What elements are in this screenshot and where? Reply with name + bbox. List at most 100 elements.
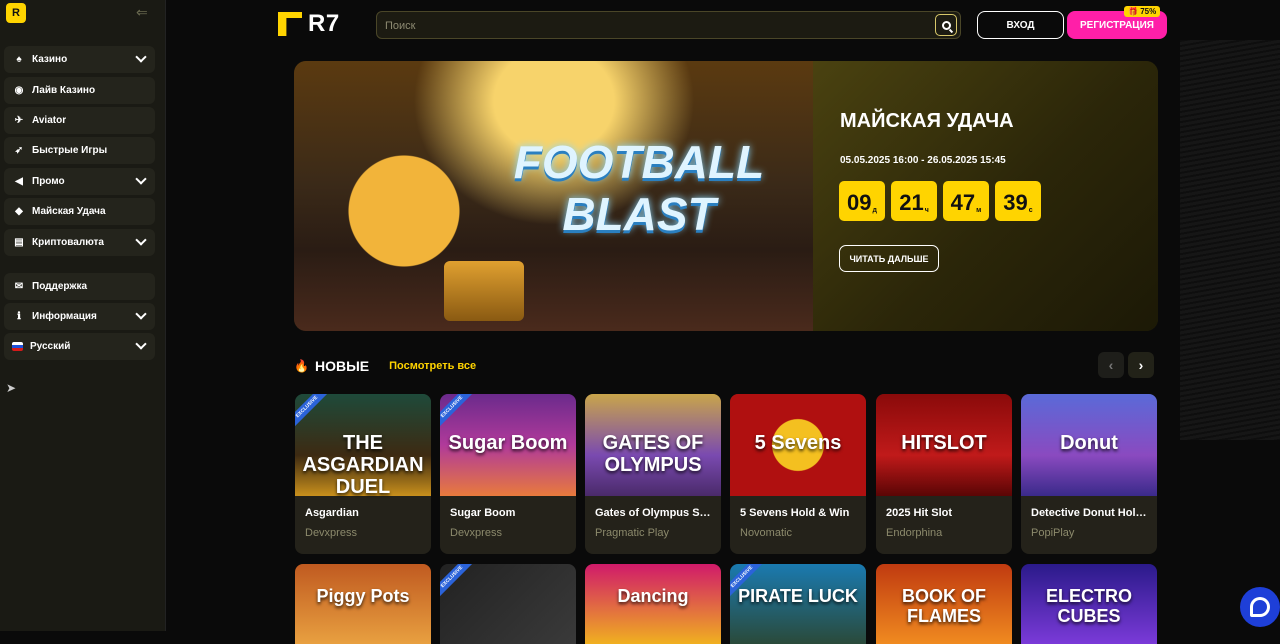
countdown-timer: 09 д 21 ч 47 м 39 с [839,181,1041,221]
sidebar-item[interactable]: ◉ Лайв Казино [4,77,155,104]
r7-mark-icon [278,12,302,36]
new-games-header: 🔥 НОВЫЕ Посмотреть все [294,356,476,376]
game-card[interactable]: Dancing [585,564,721,644]
promo-banner[interactable]: FOOTBALL BLAST МАЙСКАЯ УДАЧА 05.05.2025 … [294,61,1158,331]
crypto-icon: ▤ [14,237,24,248]
artwork-title-line1: FOOTBALL [513,136,765,188]
game-art-title: Donut [1060,432,1118,454]
plane-icon: ✈ [14,115,24,126]
game-card[interactable]: Sugar Boom EXCLUSIVE Sugar Boom Devxpress [440,394,576,554]
search-icon [941,20,951,30]
chevron-right-icon: › [1138,357,1144,373]
r7-logo-icon[interactable]: R [6,3,26,23]
search-input[interactable] [385,17,925,35]
banner-info: МАЙСКАЯ УДАЧА 05.05.2025 16:00 - 26.05.2… [813,61,1158,331]
carousel-prev-button[interactable]: ‹ [1098,352,1124,378]
timer-value: 21 [899,190,924,215]
sidebar-item-label: Криптовалюта [32,237,104,248]
game-art-title: BOOK OF FLAMES [902,586,986,626]
brand-text: R7 [308,10,340,37]
section-title: НОВЫЕ [314,358,370,374]
promo-dates: 05.05.2025 16:00 - 26.05.2025 15:45 [840,155,1006,166]
chevron-down-icon [135,173,147,185]
sidebar-item-label: Aviator [32,115,67,126]
game-card[interactable]: EXCLUSIVE [440,564,576,644]
see-all-link[interactable]: Посмотреть все [389,360,476,372]
sidebar-item[interactable]: ♠ Казино [4,46,155,73]
game-name: Detective Donut Hold & Win [1031,507,1149,519]
sidebar-item[interactable]: ➶ Быстрые Игры [4,137,155,164]
game-name: 5 Sevens Hold & Win [740,507,850,519]
game-art-title: 5 Sevens [754,432,842,454]
game-card[interactable]: HITSLOT 2025 Hit Slot Endorphina [876,394,1012,554]
game-art-title: THE ASGARDIAN DUEL [302,432,424,498]
game-provider: Devxpress [305,527,357,539]
game-provider: Devxpress [450,527,502,539]
game-thumbnail: HITSLOT [876,394,1012,496]
carousel-next-button[interactable]: › [1128,352,1154,378]
game-card[interactable]: Piggy Pots [295,564,431,644]
sidebar-item-label: Лайв Казино [32,85,96,96]
sidebar-item-label: Быстрые Игры [32,145,108,156]
game-card[interactable]: PIRATE LUCK EXCLUSIVE [730,564,866,644]
chevron-down-icon [135,234,147,246]
timer-unit: м [976,207,982,214]
chat-icon [1250,597,1270,617]
rocket-icon: ➶ [14,145,24,156]
game-art-title: Piggy Pots [316,586,410,606]
megaphone-icon: ◀ [15,176,23,187]
sidebar-item[interactable]: ◆ Майская Удача [4,198,155,225]
background-decoration [1180,40,1280,440]
timer-segment: 47 м [943,181,989,221]
game-card[interactable]: THE ASGARDIAN DUEL EXCLUSIVE Asgardian Devx… [295,394,431,554]
game-thumbnail: Sugar Boom EXCLUSIVE [440,394,576,496]
search-button[interactable] [935,14,957,36]
register-bonus-badge: 🎁 75% [1124,6,1161,17]
game-card[interactable]: BOOK OF FLAMES [876,564,1012,644]
game-art-title: Dancing [617,586,689,606]
exclusive-ribbon: EXCLUSIVE [440,394,474,429]
game-name: 2025 Hit Slot [886,507,953,519]
sidebar-item[interactable]: ✈ Aviator [4,107,155,134]
sidebar-item[interactable]: ▤ Криптовалюта [4,229,155,256]
exclusive-ribbon: EXCLUSIVE [295,394,329,429]
brand-logo[interactable]: R7 [278,10,340,38]
timer-unit: ч [924,207,929,214]
russia-flag-icon [12,342,23,351]
chat-support-button[interactable] [1240,587,1280,627]
info-icon: ℹ [17,311,21,322]
exclusive-ribbon: EXCLUSIVE [440,564,474,599]
game-provider: Novomatic [740,527,792,539]
sidebar-item[interactable]: ✉ Поддержка [4,273,155,300]
timer-value: 47 [950,190,976,215]
register-badge-value: 75% [1140,7,1157,16]
sidebar-item[interactable]: ◀ Промо [4,168,155,195]
read-more-button[interactable]: ЧИТАТЬ ДАЛЬШЕ [839,245,939,272]
live-casino-icon: ◉ [14,85,24,96]
language-selector[interactable]: Русский [4,333,155,360]
game-art-title: PIRATE LUCK [738,586,858,606]
collapse-sidebar-icon[interactable]: ⇐ [136,5,156,19]
chevron-down-icon [135,51,147,63]
game-provider: Endorphina [886,527,943,539]
artwork-title-line2: BLAST [562,188,716,240]
game-thumbnail: 5 Sevens [730,394,866,496]
timer-value: 09 [847,190,872,215]
game-provider: Pragmatic Play [595,527,669,539]
sidebar-item[interactable]: ℹ Информация [4,303,155,330]
game-name: Asgardian [305,507,359,519]
game-card[interactable]: 5 Sevens 5 Sevens Hold & Win Novomatic [730,394,866,554]
login-button[interactable]: ВХОД [977,11,1064,39]
chevron-left-icon: ‹ [1108,357,1114,373]
chevron-down-icon [135,338,147,350]
fire-icon: 🔥 [294,359,309,373]
game-thumbnail: Donut [1021,394,1157,496]
game-art-title: HITSLOT [901,432,987,454]
ticket-icon: ◆ [15,206,23,217]
game-card[interactable]: ELECTRO CUBES [1021,564,1157,644]
game-thumbnail: GATES OF OLYMPUS [585,394,721,496]
search-bar [376,11,961,39]
game-card[interactable]: Donut Detective Donut Hold & Win PopiPlay [1021,394,1157,554]
telegram-icon[interactable]: ➤ [6,381,20,395]
game-card[interactable]: GATES OF OLYMPUS Gates of Olympus Super S… [585,394,721,554]
